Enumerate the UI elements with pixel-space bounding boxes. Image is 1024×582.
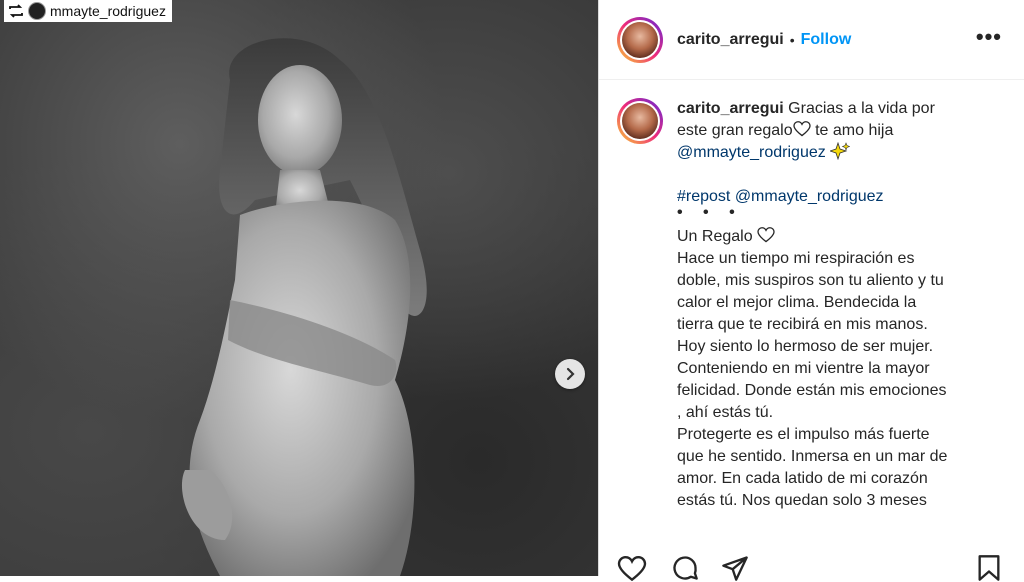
header-username[interactable]: carito_arregui — [677, 31, 784, 49]
caption-body-line: felicidad. Donde están mis emociones — [677, 382, 947, 399]
caption-body-line: , ahí estás tú. — [677, 404, 774, 421]
separator-dot: • — [789, 31, 795, 48]
repost-icon — [9, 4, 23, 18]
repost-handle: mmayte_rodriguez — [50, 3, 166, 19]
caption-title: Un Regalo — [677, 228, 753, 245]
caption-username[interactable]: carito_arregui — [677, 100, 784, 117]
next-photo-button[interactable] — [555, 359, 585, 389]
repost-tag[interactable]: mmayte_rodriguez — [4, 0, 172, 22]
heart-outline-icon — [792, 121, 811, 137]
more-options-icon[interactable]: ••• — [976, 26, 1002, 48]
post-photo[interactable]: mmayte_rodriguez — [0, 0, 598, 576]
avatar[interactable] — [617, 16, 663, 63]
caption-body-line: estás tú. Nos quedan solo 3 meses — [677, 492, 927, 509]
caption-body-line: Conteniendo en mi vientre la mayor — [677, 360, 930, 377]
caption-body-line: Hoy siento lo hermoso de ser mujer. — [677, 338, 934, 355]
caption-avatar[interactable] — [617, 98, 663, 144]
repost-avatar — [28, 2, 46, 20]
heart-icon[interactable] — [617, 556, 647, 582]
heart-outline-icon — [757, 227, 775, 243]
caption-body-line: Hace un tiempo mi respiración es — [677, 250, 915, 267]
caption-line-2b: te amo hija — [810, 122, 894, 139]
comment-icon[interactable] — [671, 554, 699, 582]
chevron-right-icon — [566, 367, 575, 381]
post-sidebar: carito_arregui • Follow ••• carito_arreg… — [598, 0, 1024, 582]
sparkles-icon — [828, 141, 851, 161]
caption-body-line: doble, mis suspiros son tu aliento y tu — [677, 272, 944, 289]
caption-ellipsis: • • • — [677, 204, 743, 221]
caption-line-2: este gran regalo — [677, 122, 793, 139]
caption-body-line: Protegerte es el impulso más fuerte — [677, 426, 930, 443]
caption-body-line: amor. En cada latido de mi corazón — [677, 470, 928, 487]
avatar-image — [622, 21, 658, 58]
caption-avatar-image — [622, 103, 658, 139]
caption-line-1: Gracias a la vida por — [788, 100, 935, 117]
caption-body-line: calor el mejor clima. Bendecida la — [677, 294, 917, 311]
caption-mention[interactable]: @mmayte_rodriguez — [677, 144, 826, 161]
caption-body-line: que he sentido. Inmersa en un mar de — [677, 448, 948, 465]
action-bar — [599, 548, 1024, 582]
follow-button[interactable]: Follow — [801, 31, 852, 49]
post-header: carito_arregui • Follow ••• — [599, 0, 1024, 80]
caption-text: carito_arregui Gracias a la vida por est… — [677, 98, 977, 512]
photo-figure — [181, 38, 427, 576]
bookmark-icon[interactable] — [977, 554, 1001, 582]
share-icon[interactable] — [721, 554, 749, 582]
caption-body-line: tierra que te recibirá en mis manos. — [677, 316, 928, 333]
caption-comment: carito_arregui Gracias a la vida por est… — [599, 80, 1024, 512]
